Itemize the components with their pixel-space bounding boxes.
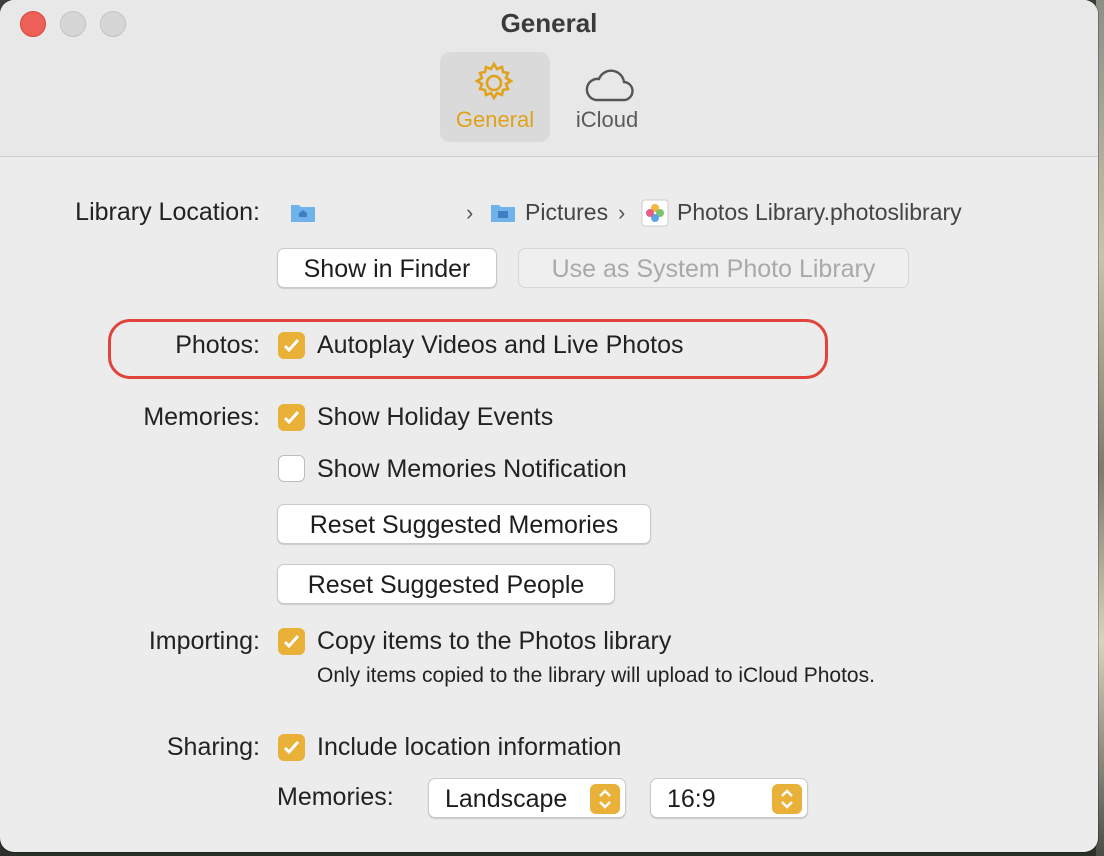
photos-label: Photos:	[175, 331, 260, 359]
checkmark-icon	[283, 740, 300, 755]
home-folder-icon	[291, 205, 315, 222]
copy-items-label[interactable]: Copy items to the Photos library	[317, 627, 671, 656]
reset-suggested-memories-button[interactable]: Reset Suggested Memories	[277, 504, 651, 544]
autoplay-label[interactable]: Autoplay Videos and Live Photos	[317, 331, 683, 360]
holiday-events-label[interactable]: Show Holiday Events	[317, 403, 553, 432]
path-separator: ›	[466, 200, 474, 225]
tab-general-label: General	[455, 107, 535, 132]
aspect-ratio-popup[interactable]: 16:9	[650, 778, 808, 818]
window-title: General	[500, 8, 598, 38]
importing-note: Only items copied to the library will up…	[317, 664, 875, 687]
library-location-label: Library Location:	[75, 198, 260, 226]
path-separator: ›	[618, 200, 626, 225]
sharing-memories-label: Memories:	[277, 783, 394, 811]
reset-suggested-people-button[interactable]: Reset Suggested People	[277, 564, 615, 604]
popup-stepper-icon	[590, 784, 620, 814]
path-pictures[interactable]: Pictures	[525, 199, 608, 226]
checkmark-icon	[283, 338, 300, 353]
photos-library-icon	[641, 199, 669, 227]
include-location-checkbox[interactable]	[278, 734, 305, 761]
memories-notification-label[interactable]: Show Memories Notification	[317, 455, 627, 484]
preferences-window: General General iCloud Library Location:…	[0, 0, 1098, 852]
holiday-events-checkbox[interactable]	[278, 404, 305, 431]
show-in-finder-button[interactable]: Show in Finder	[277, 248, 497, 288]
path-photos-library[interactable]: Photos Library.photoslibrary	[677, 199, 962, 226]
popup-stepper-icon	[772, 784, 802, 814]
include-location-label[interactable]: Include location information	[317, 733, 621, 762]
checkmark-icon	[283, 410, 300, 425]
use-as-system-library-button[interactable]: Use as System Photo Library	[518, 248, 909, 288]
orientation-popup[interactable]: Landscape	[428, 778, 626, 818]
sharing-label: Sharing:	[166, 733, 260, 761]
pictures-folder-icon	[491, 205, 515, 222]
cloud-icon	[585, 69, 634, 102]
gear-icon	[474, 61, 514, 101]
tab-icloud-label: iCloud	[575, 107, 639, 132]
aspect-ratio-value: 16:9	[667, 785, 716, 813]
tab-general[interactable]: General	[440, 52, 550, 142]
memories-label: Memories:	[143, 403, 260, 431]
memories-notification-checkbox[interactable]	[278, 455, 305, 482]
orientation-value: Landscape	[445, 785, 568, 813]
importing-label: Importing:	[148, 627, 260, 655]
checkmark-icon	[283, 634, 300, 649]
copy-items-checkbox[interactable]	[278, 628, 305, 655]
tab-icloud[interactable]: iCloud	[552, 52, 662, 142]
title-bar: General General iCloud	[0, 0, 1098, 157]
autoplay-checkbox[interactable]	[278, 332, 305, 359]
